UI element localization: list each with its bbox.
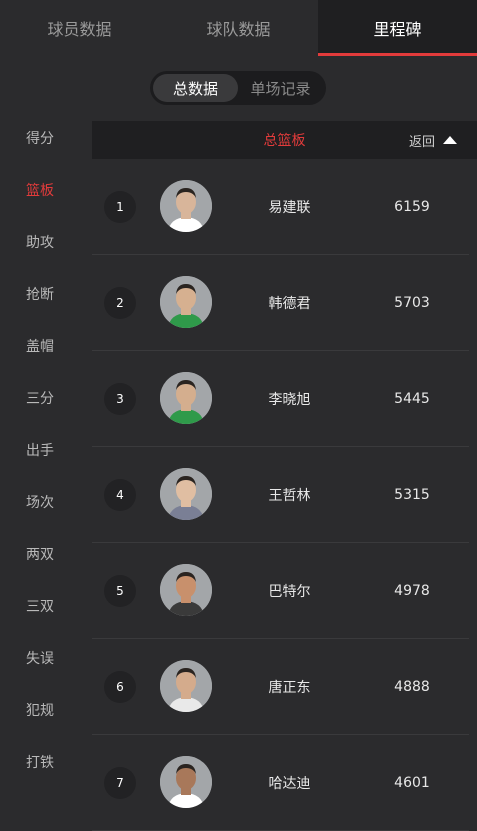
table-row[interactable]: 3 李晓旭 5445 <box>92 351 469 447</box>
player-avatar <box>160 756 212 808</box>
player-name: 哈达迪 <box>268 775 311 792</box>
stat-value: 4978 <box>394 582 430 599</box>
sidebar-item[interactable]: 得分 <box>0 112 80 164</box>
back-label: 返回 <box>408 134 435 150</box>
table-row[interactable]: 6 唐正东 4888 <box>92 639 469 735</box>
sidebar-item[interactable]: 篮板 <box>0 164 80 216</box>
sidebar-item[interactable]: 两双 <box>0 528 80 580</box>
category-sidebar: 得分 篮板 助攻 抢断 盖帽 三分 出手 场次 两双 三双 失误 犯规 打铁 <box>0 112 80 788</box>
avatar-image <box>160 564 212 616</box>
stat-value: 4888 <box>394 678 430 695</box>
player-avatar <box>160 372 212 424</box>
stat-value: 4601 <box>394 774 430 791</box>
avatar-image <box>160 468 212 520</box>
sidebar-item[interactable]: 场次 <box>0 476 80 528</box>
stat-value: 5445 <box>394 390 430 407</box>
player-name: 易建联 <box>268 199 311 216</box>
stat-value: 5703 <box>394 294 430 311</box>
rank-badge: 3 <box>104 383 136 415</box>
player-name: 韩德君 <box>268 295 311 312</box>
player-name: 王哲林 <box>268 487 311 504</box>
avatar-image <box>160 180 212 232</box>
player-avatar <box>160 180 212 232</box>
rank-badge: 5 <box>104 575 136 607</box>
sidebar-item[interactable]: 三分 <box>0 372 80 424</box>
player-avatar <box>160 660 212 712</box>
sidebar-item[interactable]: 盖帽 <box>0 320 80 372</box>
top-tab-bar: 球员数据 球队数据 里程碑 <box>0 0 477 56</box>
rank-badge: 1 <box>104 191 136 223</box>
player-avatar <box>160 564 212 616</box>
table-row[interactable]: 2 韩德君 5703 <box>92 255 469 351</box>
stat-value: 5315 <box>394 486 430 503</box>
leaderboard-rows: 1 易建联 6159 2 韩德君 5703 3 李晓旭 5445 4 王哲林 5315 5 巴特尔 4978… <box>92 159 477 831</box>
leaderboard-header: 总篮板 返回 <box>92 121 477 159</box>
table-row[interactable]: 1 易建联 6159 <box>92 159 469 255</box>
sidebar-item[interactable]: 抢断 <box>0 268 80 320</box>
player-avatar <box>160 276 212 328</box>
player-avatar <box>160 468 212 520</box>
rank-badge: 6 <box>104 671 136 703</box>
player-name: 巴特尔 <box>268 583 311 600</box>
tab-player-stats[interactable]: 球员数据 <box>0 0 159 56</box>
player-name: 唐正东 <box>268 679 311 696</box>
avatar-image <box>160 276 212 328</box>
segment-total[interactable]: 总数据 <box>153 74 238 102</box>
avatar-image <box>160 372 212 424</box>
rank-badge: 4 <box>104 479 136 511</box>
rank-badge: 7 <box>104 767 136 799</box>
table-row[interactable]: 4 王哲林 5315 <box>92 447 469 543</box>
back-button[interactable]: 返回 <box>409 121 457 159</box>
segment-single-game[interactable]: 单场记录 <box>238 74 323 102</box>
sidebar-item[interactable]: 助攻 <box>0 216 80 268</box>
caret-up-icon <box>443 136 457 144</box>
stat-value: 6159 <box>394 198 430 215</box>
sidebar-item[interactable]: 失误 <box>0 632 80 684</box>
segment-control: 总数据 单场记录 <box>150 71 326 105</box>
avatar-image <box>160 660 212 712</box>
table-row[interactable]: 7 哈达迪 4601 <box>92 735 469 831</box>
player-name: 李晓旭 <box>268 391 311 408</box>
tab-milestones[interactable]: 里程碑 <box>318 0 477 56</box>
sidebar-item[interactable]: 三双 <box>0 580 80 632</box>
rank-badge: 2 <box>104 287 136 319</box>
sidebar-item[interactable]: 出手 <box>0 424 80 476</box>
table-row[interactable]: 5 巴特尔 4978 <box>92 543 469 639</box>
leaderboard: 总篮板 返回 1 易建联 6159 2 韩德君 5703 3 李晓旭 5445 4 王哲林 5315 5… <box>92 121 477 831</box>
tab-team-stats[interactable]: 球队数据 <box>159 0 318 56</box>
sidebar-item[interactable]: 犯规 <box>0 684 80 736</box>
sidebar-item[interactable]: 打铁 <box>0 736 80 788</box>
avatar-image <box>160 756 212 808</box>
